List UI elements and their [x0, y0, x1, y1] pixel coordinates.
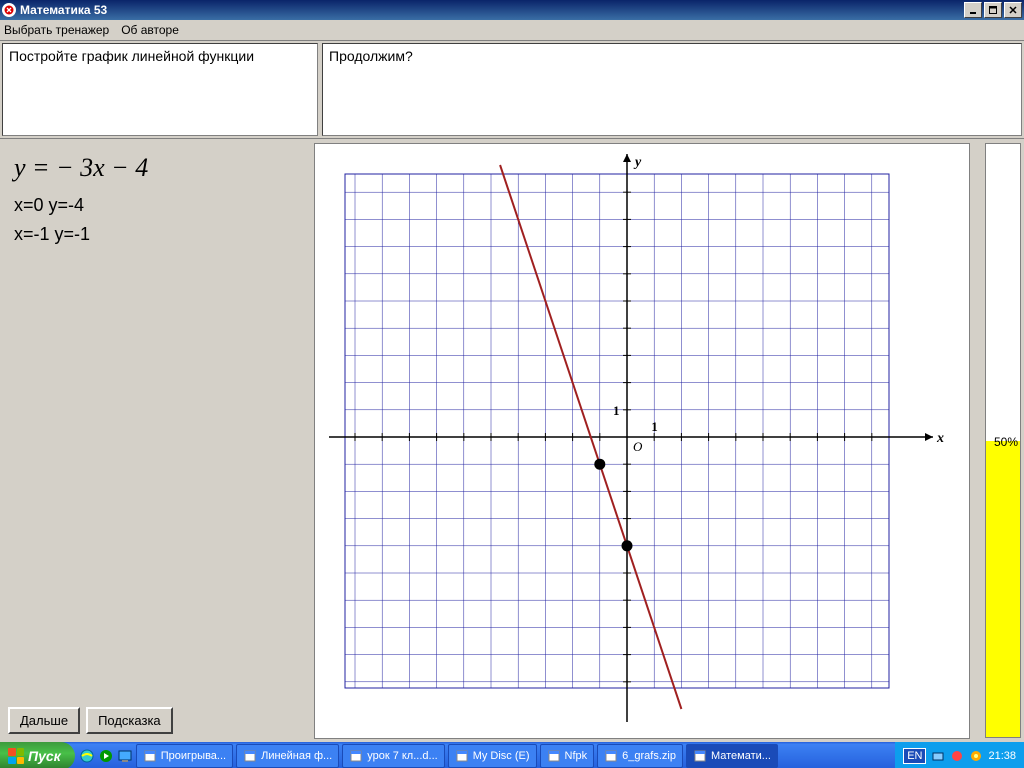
tray-icon-1[interactable]: [931, 749, 945, 763]
maximize-button[interactable]: [984, 2, 1002, 18]
minimize-button[interactable]: [964, 2, 982, 18]
progress-label: 50%: [994, 435, 1018, 449]
task-prompt: Продолжим?: [322, 43, 1022, 136]
taskbar-item[interactable]: Nfpk: [540, 744, 595, 768]
coordinate-plot[interactable]: yxO11: [314, 143, 970, 739]
tray-icon-3[interactable]: [969, 749, 983, 763]
taskbar-item[interactable]: Линейная ф...: [236, 744, 339, 768]
task-instruction: Постройте график линейной функции: [2, 43, 318, 136]
formula-display: y = − 3x − 4: [0, 139, 310, 189]
taskbar-item[interactable]: 6_grafs.zip: [597, 744, 683, 768]
svg-text:1: 1: [613, 403, 620, 418]
media-icon[interactable]: [98, 748, 114, 764]
app-icon: [2, 3, 16, 17]
start-button[interactable]: Пуск: [0, 742, 75, 768]
next-button[interactable]: Дальше: [8, 707, 80, 734]
desktop-icon[interactable]: [117, 748, 133, 764]
titlebar: Математика 53: [0, 0, 1024, 20]
system-tray: EN 21:38: [895, 742, 1024, 768]
left-panel: y = − 3x − 4 x=0 y=-4 x=-1 y=-1 Дальше П…: [0, 139, 310, 742]
menu-choose-trainer[interactable]: Выбрать тренажер: [4, 23, 109, 37]
taskbar-item[interactable]: урок 7 кл...d...: [342, 744, 444, 768]
language-indicator[interactable]: EN: [903, 748, 926, 764]
quick-launch: [79, 748, 133, 764]
ie-icon[interactable]: [79, 748, 95, 764]
instruction-row: Постройте график линейной функции Продол…: [0, 41, 1024, 139]
clock[interactable]: 21:38: [988, 750, 1016, 762]
taskbar-item[interactable]: Математи...: [686, 744, 778, 768]
svg-text:1: 1: [651, 419, 658, 434]
hint-button[interactable]: Подсказка: [86, 707, 173, 734]
point-1: x=0 y=-4: [0, 189, 310, 218]
windows-logo-icon: [8, 748, 24, 764]
svg-text:O: O: [633, 439, 643, 454]
progress-panel: 50%: [982, 139, 1024, 742]
svg-text:y: y: [633, 155, 642, 170]
plot-panel: yxO11: [310, 139, 982, 742]
start-label: Пуск: [28, 748, 61, 764]
tray-icon-2[interactable]: [950, 749, 964, 763]
window-title: Математика 53: [20, 3, 107, 17]
point-2: x=-1 y=-1: [0, 218, 310, 247]
progress-bar: 50%: [985, 143, 1021, 738]
menubar: Выбрать тренажер Об авторе: [0, 20, 1024, 41]
taskbar-item[interactable]: My Disc (E): [448, 744, 537, 768]
close-button[interactable]: [1004, 2, 1022, 18]
svg-text:x: x: [936, 431, 944, 446]
menu-about[interactable]: Об авторе: [121, 23, 179, 37]
taskbar: Пуск Проигрыва...Линейная ф...урок 7 кл.…: [0, 742, 1024, 768]
taskbar-item[interactable]: Проигрыва...: [136, 744, 233, 768]
